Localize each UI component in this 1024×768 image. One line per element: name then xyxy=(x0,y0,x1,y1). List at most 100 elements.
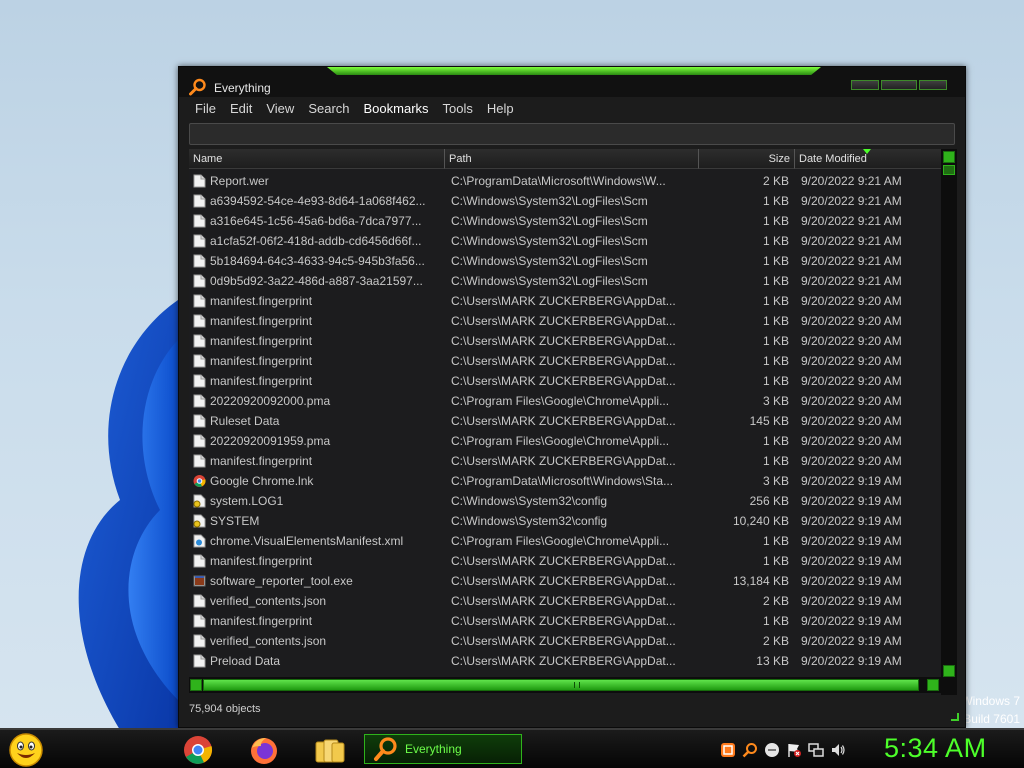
taskbar-clock[interactable]: 5:34 AM xyxy=(884,733,987,764)
menu-bookmarks[interactable]: Bookmarks xyxy=(358,99,437,119)
cell-name: a6394592-54ce-4e93-8d64-1a068f462... xyxy=(189,191,445,211)
cell-date: 9/20/2022 9:20 AM xyxy=(801,334,902,348)
file-name: software_reporter_tool.exe xyxy=(210,574,353,588)
chrome-icon[interactable] xyxy=(182,734,214,766)
table-row[interactable]: chrome.VisualElementsManifest.xml C:\Prog… xyxy=(189,531,941,551)
sort-descending-icon xyxy=(863,149,871,154)
table-row[interactable]: manifest.fingerprint C:\Users\MARK ZUCKER… xyxy=(189,311,941,331)
everything-window: Everything File Edit View Search Bookmar… xyxy=(178,66,966,728)
cell-date: 9/20/2022 9:21 AM xyxy=(801,174,902,188)
table-row[interactable]: verified_contents.json C:\Users\MARK ZUCK… xyxy=(189,631,941,651)
minimize-button[interactable] xyxy=(851,80,879,90)
cell-path: C:\Users\MARK ZUCKERBERG\AppDat... xyxy=(451,574,676,588)
column-header: Name Path Size Date Modified xyxy=(189,149,941,169)
cell-date: 9/20/2022 9:19 AM xyxy=(801,614,902,628)
table-row[interactable]: Google Chrome.lnk C:\ProgramData\Microsof… xyxy=(189,471,941,491)
vertical-scroll-thumb[interactable] xyxy=(943,165,955,175)
cell-name: manifest.fingerprint xyxy=(189,451,445,471)
tray-chat-icon[interactable] xyxy=(764,742,780,758)
system-file-icon xyxy=(193,514,206,528)
table-row[interactable]: 20220920091959.pma C:\Program Files\Googl… xyxy=(189,431,941,451)
cell-name: a1cfa52f-06f2-418d-addb-cd6456d66f... xyxy=(189,231,445,251)
table-row[interactable]: SYSTEM C:\Windows\System32\config 10,240 K… xyxy=(189,511,941,531)
menu-file[interactable]: File xyxy=(189,99,224,119)
cell-name: Report.wer xyxy=(189,171,445,191)
cell-size: 1 KB xyxy=(762,374,789,388)
file-name: SYSTEM xyxy=(210,514,260,528)
table-row[interactable]: 5b184694-64c3-4633-94c5-945b3fa56... C:\W… xyxy=(189,251,941,271)
table-row[interactable]: Preload Data C:\Users\MARK ZUCKERBERG\App… xyxy=(189,651,941,671)
table-row[interactable]: a316e645-1c56-45a6-bd6a-7dca7977... C:\Wi… xyxy=(189,211,941,231)
menu-view[interactable]: View xyxy=(260,99,302,119)
document-icon xyxy=(193,294,206,308)
menu-tools[interactable]: Tools xyxy=(437,99,481,119)
cell-name: a316e645-1c56-45a6-bd6a-7dca7977... xyxy=(189,211,445,231)
tray-flag-icon[interactable] xyxy=(786,742,802,758)
cell-name: verified_contents.json xyxy=(189,591,445,611)
search-input[interactable] xyxy=(189,123,955,145)
file-name: Ruleset Data xyxy=(210,414,280,428)
firefox-icon[interactable] xyxy=(248,734,280,766)
cell-path: C:\Windows\System32\LogFiles\Scm xyxy=(451,194,648,208)
cell-date: 9/20/2022 9:21 AM xyxy=(801,194,902,208)
menu-help[interactable]: Help xyxy=(481,99,522,119)
resize-grip-icon[interactable] xyxy=(951,713,959,721)
column-name-label: Name xyxy=(193,153,223,165)
taskbar-everything-button[interactable]: Everything xyxy=(364,734,522,764)
menu-search[interactable]: Search xyxy=(302,99,357,119)
table-row[interactable]: verified_contents.json C:\Users\MARK ZUCK… xyxy=(189,591,941,611)
title-bar[interactable]: Everything xyxy=(179,67,965,97)
table-row[interactable]: manifest.fingerprint C:\Users\MARK ZUCKER… xyxy=(189,451,941,471)
table-row[interactable]: Ruleset Data C:\Users\MARK ZUCKERBERG\App… xyxy=(189,411,941,431)
scroll-down-button[interactable] xyxy=(943,665,955,677)
table-row[interactable]: manifest.fingerprint C:\Users\MARK ZUCKER… xyxy=(189,551,941,571)
file-name: manifest.fingerprint xyxy=(210,354,313,368)
vertical-scrollbar[interactable] xyxy=(941,149,957,695)
cell-size: 10,240 KB xyxy=(732,514,789,528)
cell-name: manifest.fingerprint xyxy=(189,351,445,371)
tray-volume-icon[interactable] xyxy=(830,742,846,758)
document-icon xyxy=(193,334,206,348)
scroll-right-button[interactable] xyxy=(927,679,939,691)
cell-date: 9/20/2022 9:19 AM xyxy=(801,654,902,668)
horizontal-scroll-thumb[interactable] xyxy=(203,679,919,691)
close-button[interactable] xyxy=(919,80,947,90)
document-icon xyxy=(193,354,206,368)
table-row[interactable]: 20220920092000.pma C:\Program Files\Googl… xyxy=(189,391,941,411)
file-name: 20220920091959.pma xyxy=(210,434,331,448)
maximize-button[interactable] xyxy=(881,80,917,90)
table-row[interactable]: a6394592-54ce-4e93-8d64-1a068f462... C:\W… xyxy=(189,191,941,211)
folders-icon[interactable] xyxy=(314,734,346,766)
column-size[interactable]: Size xyxy=(699,149,795,169)
table-row[interactable]: manifest.fingerprint C:\Users\MARK ZUCKER… xyxy=(189,371,941,391)
menu-edit[interactable]: Edit xyxy=(224,99,260,119)
table-row[interactable]: Report.wer C:\ProgramData\Microsoft\Windo… xyxy=(189,171,941,191)
column-path[interactable]: Path xyxy=(445,149,699,169)
tray-network-icon[interactable] xyxy=(808,742,824,758)
column-date-modified[interactable]: Date Modified xyxy=(795,149,941,169)
table-row[interactable]: manifest.fingerprint C:\Users\MARK ZUCKER… xyxy=(189,611,941,631)
table-row[interactable]: a1cfa52f-06f2-418d-addb-cd6456d66f... C:\… xyxy=(189,231,941,251)
scroll-grip-icon xyxy=(574,682,580,688)
document-icon xyxy=(193,634,206,648)
table-row[interactable]: manifest.fingerprint C:\Users\MARK ZUCKER… xyxy=(189,331,941,351)
cell-size: 3 KB xyxy=(762,394,789,408)
tray-search-icon[interactable] xyxy=(742,742,758,758)
table-row[interactable]: software_reporter_tool.exe C:\Users\MARK … xyxy=(189,571,941,591)
window-title: Everything xyxy=(214,81,271,95)
tray-app-icon[interactable] xyxy=(720,742,736,758)
cell-path: C:\Windows\System32\LogFiles\Scm xyxy=(451,234,648,248)
column-name[interactable]: Name xyxy=(189,149,445,169)
file-name: a316e645-1c56-45a6-bd6a-7dca7977... xyxy=(210,214,422,228)
smiley-start-icon[interactable] xyxy=(8,732,44,768)
table-row[interactable]: 0d9b5d92-3a22-486d-a887-3aa21597... C:\Wi… xyxy=(189,271,941,291)
cell-date: 9/20/2022 9:20 AM xyxy=(801,374,902,388)
table-row[interactable]: manifest.fingerprint C:\Users\MARK ZUCKER… xyxy=(189,291,941,311)
horizontal-scrollbar[interactable] xyxy=(189,677,957,693)
status-bar: 75,904 objects xyxy=(189,699,957,719)
table-row[interactable]: manifest.fingerprint C:\Users\MARK ZUCKER… xyxy=(189,351,941,371)
scroll-up-button[interactable] xyxy=(943,151,955,163)
table-row[interactable]: system.LOG1 C:\Windows\System32\config 256… xyxy=(189,491,941,511)
scroll-left-button[interactable] xyxy=(190,679,202,691)
cell-name: 20220920091959.pma xyxy=(189,431,445,451)
